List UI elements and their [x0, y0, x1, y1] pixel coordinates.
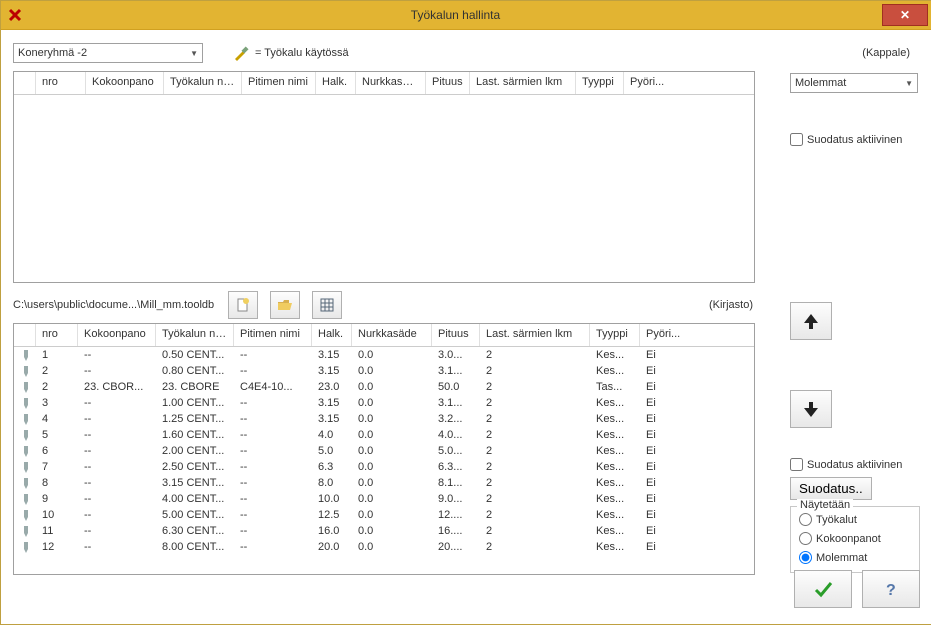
col-nurkkasade[interactable]: Nurkkasäde	[356, 72, 426, 94]
question-icon: ?	[881, 579, 901, 599]
lib-col-halk[interactable]: Halk.	[312, 324, 352, 346]
move-down-button[interactable]	[790, 390, 832, 428]
table-row[interactable]: 7--2.50 CENT...--6.30.06.3...2Kes...Ei	[14, 459, 754, 475]
col-kokoonpano[interactable]: Kokoonpano	[86, 72, 164, 94]
lib-col-kokoonpano[interactable]: Kokoonpano	[78, 324, 156, 346]
tool-icon	[14, 365, 36, 377]
col-tyyppi[interactable]: Tyyppi	[576, 72, 624, 94]
view-mode-select[interactable]: Molemmat ▼	[790, 73, 918, 93]
col-nro[interactable]: nro	[36, 72, 86, 94]
tool-icon	[14, 509, 36, 521]
lib-col-pituus[interactable]: Pituus	[432, 324, 480, 346]
filter-active-1-label: Suodatus aktiivinen	[807, 134, 902, 146]
tool-icon	[14, 445, 36, 457]
filter-button[interactable]: Suodatus..	[790, 477, 872, 500]
table-row[interactable]: 4--1.25 CENT...--3.150.03.2...2Kes...Ei	[14, 411, 754, 427]
filter-active-1-checkbox[interactable]	[790, 133, 803, 146]
tool-icon	[14, 381, 36, 393]
col-halk[interactable]: Halk.	[316, 72, 356, 94]
col-pitimen-nimi[interactable]: Pitimen nimi	[242, 72, 316, 94]
display-group: Näytetään Työkalut Kokoonpanot Molemmat	[790, 506, 920, 573]
tool-icon	[14, 429, 36, 441]
brush-icon	[233, 45, 249, 61]
app-icon	[7, 7, 23, 23]
part-section-label: (Kappale)	[862, 47, 910, 59]
filter-active-2-checkbox[interactable]	[790, 458, 803, 471]
table-row[interactable]: 223. CBOR...23. CBOREC4E4-10...23.00.050…	[14, 379, 754, 395]
display-assemblies-label: Kokoonpanot	[816, 533, 881, 545]
tool-icon	[14, 493, 36, 505]
col-pyori[interactable]: Pyöri...	[624, 72, 684, 94]
chevron-down-icon: ▼	[905, 79, 913, 88]
table-row[interactable]: 10--5.00 CENT...--12.50.012....2Kes...Ei	[14, 507, 754, 523]
lib-col-tyyppi[interactable]: Tyyppi	[590, 324, 640, 346]
part-table-body	[14, 95, 754, 281]
new-doc-icon	[235, 297, 251, 313]
tool-manager-window: Työkalun hallinta ✕ Koneryhmä -2 ▼ = Työ…	[0, 0, 931, 625]
open-button[interactable]	[270, 291, 300, 319]
chevron-down-icon: ▼	[190, 49, 198, 58]
close-icon: ✕	[900, 8, 910, 22]
library-table-header: nro Kokoonpano Työkalun nimi Pitimen nim…	[14, 324, 754, 347]
lib-col-tyokalun-nimi[interactable]: Työkalun nimi	[156, 324, 234, 346]
filter-active-2-label: Suodatus aktiivinen	[807, 459, 902, 471]
col-tyokalun-nimi[interactable]: Työkalun nimi	[164, 72, 242, 94]
library-table[interactable]: nro Kokoonpano Työkalun nimi Pitimen nim…	[13, 323, 755, 575]
lib-col-pitimen-nimi[interactable]: Pitimen nimi	[234, 324, 312, 346]
part-table[interactable]: nro Kokoonpano Työkalun nimi Pitimen nim…	[13, 71, 755, 283]
tool-icon	[14, 461, 36, 473]
lib-col-nurkkasade[interactable]: Nurkkasäde	[352, 324, 432, 346]
table-row[interactable]: 2--0.80 CENT...--3.150.03.1...2Kes...Ei	[14, 363, 754, 379]
check-icon	[813, 579, 833, 599]
lib-col-nro[interactable]: nro	[36, 324, 78, 346]
db-path: C:\users\public\docume...\Mill_mm.tooldb	[13, 299, 214, 311]
tool-icon	[14, 541, 36, 553]
tool-icon	[14, 477, 36, 489]
titlebar: Työkalun hallinta ✕	[1, 1, 931, 30]
lib-col-pyori[interactable]: Pyöri...	[640, 324, 700, 346]
display-assemblies-radio[interactable]	[799, 532, 812, 545]
ok-button[interactable]	[794, 570, 852, 608]
table-row[interactable]: 11--6.30 CENT...--16.00.016....2Kes...Ei	[14, 523, 754, 539]
move-up-button[interactable]	[790, 302, 832, 340]
table-row[interactable]: 8--3.15 CENT...--8.00.08.1...2Kes...Ei	[14, 475, 754, 491]
display-group-title: Näytetään	[797, 499, 853, 511]
tool-icon	[14, 397, 36, 409]
svg-text:?: ?	[886, 582, 896, 599]
table-row[interactable]: 5--1.60 CENT...--4.00.04.0...2Kes...Ei	[14, 427, 754, 443]
arrow-down-icon	[801, 399, 821, 419]
help-button[interactable]: ?	[862, 570, 920, 608]
legend-text: = Työkalu käytössä	[255, 47, 349, 59]
view-mode-value: Molemmat	[795, 77, 846, 89]
lib-col-last[interactable]: Last. särmien lkm	[480, 324, 590, 346]
table-row[interactable]: 9--4.00 CENT...--10.00.09.0...2Kes...Ei	[14, 491, 754, 507]
col-pituus[interactable]: Pituus	[426, 72, 470, 94]
table-row[interactable]: 1--0.50 CENT...--3.150.03.0...2Kes...Ei	[14, 347, 754, 363]
window-title: Työkalun hallinta	[29, 8, 882, 22]
display-tools-radio[interactable]	[799, 513, 812, 526]
machine-group-select[interactable]: Koneryhmä -2 ▼	[13, 43, 203, 63]
machine-group-value: Koneryhmä -2	[18, 47, 87, 59]
table-row[interactable]: 12--8.00 CENT...--20.00.020....2Kes...Ei	[14, 539, 754, 555]
display-both-label: Molemmat	[816, 552, 867, 564]
display-both-radio[interactable]	[799, 551, 812, 564]
folder-open-icon	[277, 297, 293, 313]
tool-icon	[14, 349, 36, 361]
library-table-body[interactable]: 1--0.50 CENT...--3.150.03.0...2Kes...Ei2…	[14, 347, 754, 573]
display-tools-label: Työkalut	[816, 514, 857, 526]
table-row[interactable]: 6--2.00 CENT...--5.00.05.0...2Kes...Ei	[14, 443, 754, 459]
table-row[interactable]: 3--1.00 CENT...--3.150.03.1...2Kes...Ei	[14, 395, 754, 411]
close-button[interactable]: ✕	[882, 4, 928, 26]
new-doc-button[interactable]	[228, 291, 258, 319]
arrow-up-icon	[801, 311, 821, 331]
grid-button[interactable]	[312, 291, 342, 319]
grid-icon	[319, 297, 335, 313]
tool-icon	[14, 413, 36, 425]
library-section-label: (Kirjasto)	[709, 299, 753, 311]
col-last[interactable]: Last. särmien lkm	[470, 72, 576, 94]
in-use-legend: = Työkalu käytössä	[233, 45, 349, 61]
tool-icon	[14, 525, 36, 537]
part-table-header: nro Kokoonpano Työkalun nimi Pitimen nim…	[14, 72, 754, 95]
